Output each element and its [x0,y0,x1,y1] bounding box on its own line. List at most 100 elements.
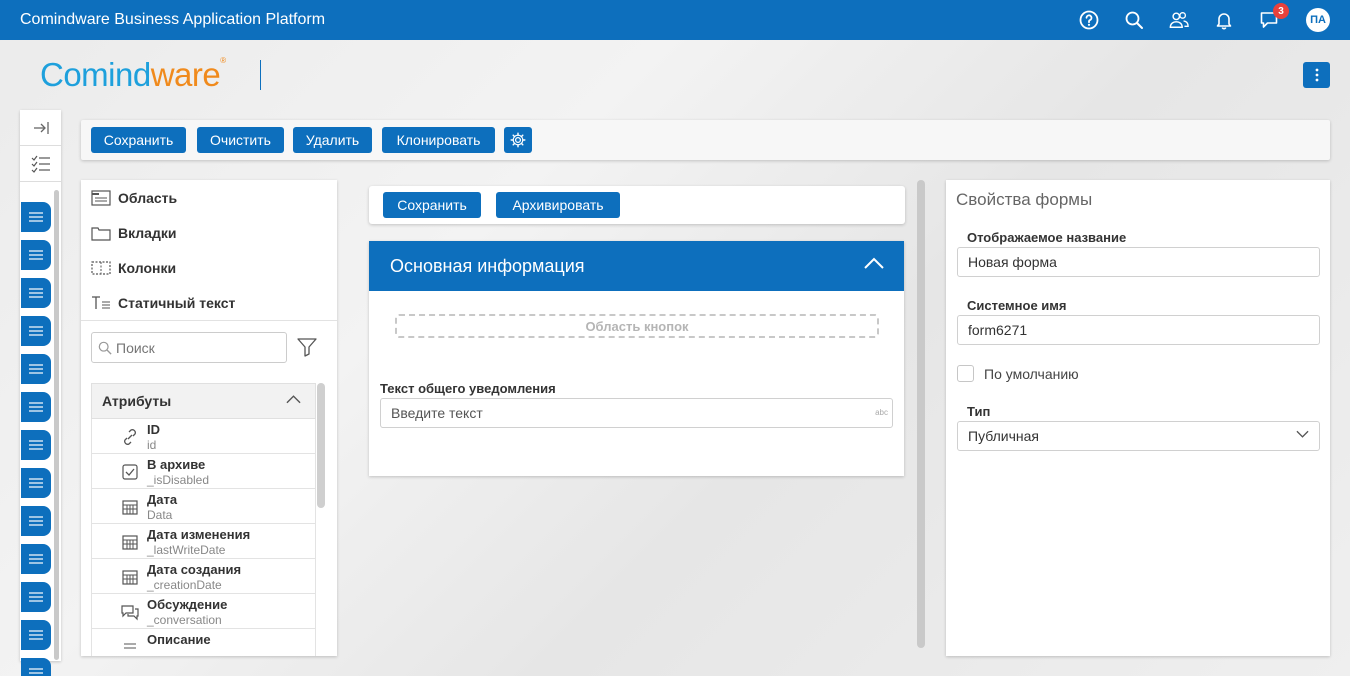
text-icon [124,643,136,649]
rail-item[interactable] [21,506,51,536]
attribute-name: Обсуждение [147,597,228,612]
chevron-up-icon [864,257,884,269]
display-name-label: Отображаемое название [967,230,1127,245]
attribute-row[interactable]: ID id [91,419,316,454]
list-icon [29,288,43,298]
type-select[interactable]: Публичная [957,421,1320,451]
checklist-button[interactable] [20,146,61,182]
notification-text-input[interactable]: Введите текст abc [380,398,893,428]
attribute-row[interactable]: Дата создания _creationDate [91,559,316,594]
element-area[interactable]: Область [91,188,177,208]
calendar-icon [122,570,138,585]
rail-item[interactable] [21,392,51,422]
rail-item[interactable] [21,620,51,650]
list-icon [29,554,43,564]
element-tabs[interactable]: Вкладки [91,223,176,243]
list-icon [29,478,43,488]
notification-text-label: Текст общего уведомления [380,381,556,396]
static-text-icon [92,296,110,309]
attribute-row[interactable]: Дата Data [91,489,316,524]
display-name-input[interactable]: Новая форма [957,247,1320,277]
search-icon[interactable] [1123,9,1145,31]
system-name-label: Системное имя [967,298,1067,313]
collapse-icon [33,121,49,134]
element-static-text[interactable]: Статичный текст [91,293,235,313]
default-label[interactable]: По умолчанию [984,366,1079,382]
rail-item[interactable] [21,240,51,270]
attribute-system-name: Data [147,508,173,522]
list-icon [29,630,43,640]
attribute-name: Дата изменения [147,527,251,542]
settings-button[interactable] [504,127,532,153]
side-rail [20,110,61,676]
attributes-scrollbar[interactable] [317,383,325,508]
notification-badge: 3 [1273,3,1289,19]
collapse-panel-button[interactable] [20,110,61,146]
default-checkbox[interactable] [957,365,974,382]
search-input[interactable] [116,339,266,356]
attribute-system-name: _lastWriteDate [147,543,226,557]
attribute-row[interactable]: Обсуждение _conversation [91,594,316,629]
avatar[interactable]: ПА [1306,8,1330,32]
bell-icon[interactable] [1213,9,1235,31]
comments-icon [121,605,139,621]
chevron-down-icon [1296,430,1309,438]
list-icon [29,668,43,674]
chat-icon[interactable]: 3 [1258,3,1289,31]
app-title: Comindware Business Application Platform [20,11,326,28]
logo[interactable]: Comindware® [40,56,226,94]
checklist-icon [31,155,50,173]
rail-item[interactable] [21,316,51,346]
search-box[interactable] [91,332,287,363]
list-icon [29,592,43,602]
rail-scrollbar[interactable] [54,190,59,660]
delete-button[interactable]: Удалить [293,127,372,153]
list-icon [29,402,43,412]
rail-item[interactable] [21,658,51,676]
rail-item[interactable] [21,354,51,384]
attribute-row[interactable]: Описание [91,629,316,656]
clear-button[interactable]: Очистить [197,127,284,153]
rail-item[interactable] [21,430,51,460]
users-icon[interactable] [1168,9,1190,31]
tabs-icon [91,227,111,241]
clone-button[interactable]: Клонировать [382,127,495,153]
filter-icon[interactable] [296,336,318,358]
text-type-indicator: abc [875,408,888,417]
canvas-scrollbar[interactable] [917,180,925,648]
attribute-name: ID [147,422,160,437]
list-icon [29,364,43,374]
button-area[interactable]: Область кнопок [395,314,879,338]
help-icon[interactable] [1078,9,1100,31]
system-name-input[interactable]: form6271 [957,315,1320,345]
attribute-system-name: _isDisabled [147,473,210,487]
attribute-system-name: id [147,438,157,452]
topbar-icons: 3 ПА [1055,0,1330,40]
chevron-up-icon [286,395,301,404]
save-button[interactable]: Сохранить [91,127,186,153]
rail-item[interactable] [21,468,51,498]
main-toolbar: Сохранить Очистить Удалить Клонировать [81,120,1330,160]
elements-panel: Область Вкладки Колонки Статичный текст … [81,180,337,656]
list-icon [29,440,43,450]
attribute-system-name: _conversation [147,613,222,627]
attribute-name: В архиве [147,457,206,472]
rail-item[interactable] [21,582,51,612]
attributes-header[interactable]: Атрибуты [91,383,316,419]
form-properties-panel: Свойства формы Отображаемое название Нов… [946,180,1330,656]
archive-button[interactable]: Архивировать [496,192,620,218]
form-save-button[interactable]: Сохранить [383,192,481,218]
section-header[interactable]: Основная информация [369,241,904,291]
rail-item[interactable] [21,278,51,308]
element-columns[interactable]: Колонки [91,258,176,278]
rail-item[interactable] [21,544,51,574]
checkbox-icon [122,464,138,480]
attribute-row[interactable]: В архиве _isDisabled [91,454,316,489]
rail-item[interactable] [21,202,51,232]
calendar-icon [122,535,138,550]
more-menu-button[interactable] [1303,62,1330,88]
list-icon [29,326,43,336]
list-icon [29,250,43,260]
area-icon [91,190,111,206]
attribute-row[interactable]: Дата изменения _lastWriteDate [91,524,316,559]
